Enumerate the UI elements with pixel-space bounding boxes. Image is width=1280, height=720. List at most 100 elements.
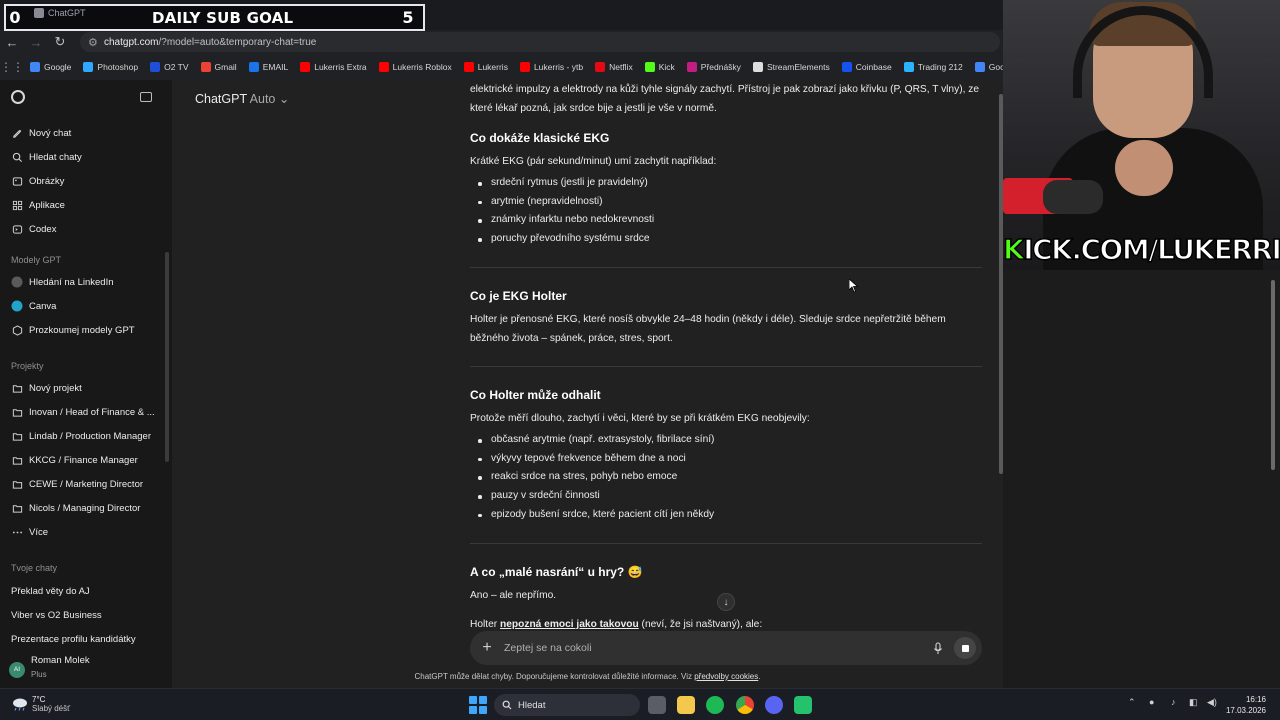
sidebar-item-project[interactable]: KKCG / Finance Manager xyxy=(0,449,170,471)
sidebar-item-new-chat[interactable]: Nový chat xyxy=(0,122,170,144)
bookmark-favicon-icon xyxy=(974,62,985,72)
chat-history-item[interactable]: Překlad věty do AJ xyxy=(11,586,90,597)
folder-icon xyxy=(11,430,23,442)
sub-goal-target: 5 xyxy=(402,8,414,27)
bookmark-item[interactable]: StreamElements xyxy=(747,62,836,72)
forward-icon[interactable]: → xyxy=(24,35,48,50)
projects-header: Projekty xyxy=(11,361,44,371)
partial-text: (neví, že jsi naštvaný), ale: xyxy=(638,619,763,630)
chrome-icon[interactable] xyxy=(736,696,754,714)
bookmark-item[interactable]: Gmail xyxy=(195,62,243,72)
stop-generating-button[interactable] xyxy=(954,637,976,659)
bookmark-item[interactable]: Trading 212 xyxy=(898,62,969,72)
cookie-preferences-link[interactable]: předvolby cookies xyxy=(694,672,758,681)
add-attachment-icon[interactable]: + xyxy=(470,639,504,657)
tray-mic-icon[interactable]: ♪ xyxy=(1171,697,1176,707)
sidebar-item-project[interactable]: Inovan / Head of Finance & ... xyxy=(0,401,170,423)
sidebar-item-images[interactable]: Obrázky xyxy=(0,170,170,192)
address-bar[interactable]: ⚙ chatgpt.com/?model=auto&temporary-chat… xyxy=(80,32,1000,52)
chat-history-item[interactable]: Viber vs O2 Business xyxy=(11,610,102,621)
bookmark-label: StreamElements xyxy=(766,62,830,72)
page-scrollbar[interactable] xyxy=(1271,280,1275,470)
bookmark-label: Lukerris Roblox xyxy=(392,62,452,72)
section-heading-game-anger: A co „malé nasrání“ u hry? 😅 xyxy=(470,565,643,579)
disclaimer: ChatGPT může dělat chyby. Doporučujeme k… xyxy=(172,672,1003,681)
bookmark-item[interactable]: Lukerris xyxy=(458,62,514,72)
bookmark-favicon-icon xyxy=(463,62,474,72)
tray-chevron-up-icon[interactable]: ⌃ xyxy=(1128,697,1136,708)
weather-rain-icon xyxy=(10,697,28,711)
spotify-icon[interactable] xyxy=(706,696,724,714)
sidebar-item-codex[interactable]: Codex xyxy=(0,218,170,240)
streamer-hand xyxy=(1115,140,1173,196)
app-icon[interactable] xyxy=(794,696,812,714)
bookmark-favicon-icon xyxy=(752,62,763,72)
sidebar-item-gpt-canva[interactable]: Canva xyxy=(0,295,170,317)
linkedin-gpt-icon xyxy=(11,276,23,288)
sidebar-item-project[interactable]: Nicols / Managing Director xyxy=(0,497,170,519)
folder-icon xyxy=(11,454,23,466)
discord-icon[interactable] xyxy=(765,696,783,714)
sidebar-scrollbar[interactable] xyxy=(165,252,169,462)
bookmark-item[interactable]: Kick xyxy=(639,62,681,72)
bookmark-item[interactable]: Lukerris Roblox xyxy=(373,62,458,72)
sidebar-item-gpt-linkedin[interactable]: Hledání na LinkedIn xyxy=(0,271,170,293)
bookmark-label: Google Gem xyxy=(988,62,1003,72)
task-view-icon[interactable] xyxy=(648,696,666,714)
user-profile[interactable]: AI Roman Molek Plus xyxy=(9,655,90,685)
bookmark-item[interactable]: O2 TV xyxy=(144,62,194,72)
sidebar-item-search[interactable]: Hledat chaty xyxy=(0,146,170,168)
divider xyxy=(470,543,982,544)
bookmark-label: Google xyxy=(44,62,72,72)
bookmark-item[interactable]: Google Gem xyxy=(969,62,1003,72)
search-icon xyxy=(11,151,23,163)
sidebar-item-apps[interactable]: Aplikace xyxy=(0,194,170,216)
sidebar-item-project[interactable]: CEWE / Marketing Director xyxy=(0,473,170,495)
url-host: chatgpt.com xyxy=(104,36,159,48)
bookmark-favicon-icon xyxy=(378,62,389,72)
bookmark-item[interactable]: Netflix xyxy=(589,62,639,72)
kick-rest: ICK.COM/LUKERRIS xyxy=(1022,232,1280,267)
sidebar-item-label: Nový projekt xyxy=(29,382,82,394)
code-icon xyxy=(11,223,23,235)
bookmark-label: Trading 212 xyxy=(917,62,963,72)
model-selector[interactable]: ChatGPT Auto ⌄ xyxy=(195,91,289,106)
reload-icon[interactable]: ↻ xyxy=(48,34,72,50)
bookmark-item[interactable]: EMAIL xyxy=(243,62,295,72)
sidebar-item-project[interactable]: Více xyxy=(0,521,170,543)
taskbar-search[interactable]: Hledat xyxy=(494,694,640,716)
sidebar-toggle-icon[interactable] xyxy=(140,92,152,102)
microphone xyxy=(1043,180,1103,214)
tab-chatgpt[interactable]: ChatGPT xyxy=(34,8,86,18)
bookmark-item[interactable]: Google xyxy=(24,62,77,72)
weather-widget[interactable]: 7°C Slabý déšť xyxy=(10,695,70,713)
prompt-input[interactable] xyxy=(504,642,928,654)
intro-paragraph: elektrické impulzy a elektrody na kůži t… xyxy=(470,84,980,114)
microphone-icon[interactable] xyxy=(928,638,948,658)
sidebar-item-label: Inovan / Head of Finance & ... xyxy=(29,406,155,418)
sidebar-item-explore-gpts[interactable]: Prozkoumej modely GPT xyxy=(0,319,170,341)
sidebar-item-project[interactable]: Nový projekt xyxy=(0,377,170,399)
chatgpt-logo-icon[interactable] xyxy=(11,90,25,104)
mouse-cursor-icon xyxy=(849,279,859,293)
bookmark-item[interactable]: Lukerris - ytb xyxy=(514,62,589,72)
chat-history-item[interactable]: Prezentace profilu kandidátky xyxy=(11,634,136,645)
tray-app-icon[interactable]: ● xyxy=(1149,697,1154,707)
system-clock[interactable]: 16:16 17.03.2026 xyxy=(1226,694,1266,716)
bookmark-item[interactable]: Přednášky xyxy=(681,62,747,72)
apps-grid-icon[interactable]: ⋮⋮ xyxy=(0,60,24,74)
chats-header: Tvoje chaty xyxy=(11,563,58,573)
bookmark-item[interactable]: Lukerris Extra xyxy=(294,62,372,72)
bookmark-item[interactable]: Coinbase xyxy=(836,62,898,72)
site-settings-icon[interactable]: ⚙ xyxy=(88,36,104,49)
scroll-to-bottom-button[interactable]: ↓ xyxy=(717,593,735,611)
sidebar-item-project[interactable]: Lindab / Production Manager xyxy=(0,425,170,447)
file-explorer-icon[interactable] xyxy=(677,696,695,714)
webcam-overlay: K ICK.COM/LUKERRIS xyxy=(1003,0,1280,270)
back-icon[interactable]: ← xyxy=(0,35,24,50)
windows-start-icon[interactable] xyxy=(469,696,487,714)
bookmark-favicon-icon xyxy=(686,62,697,72)
volume-icon[interactable]: ◀) xyxy=(1207,697,1217,708)
network-icon[interactable]: ◧ xyxy=(1189,697,1198,708)
bookmark-item[interactable]: Photoshop xyxy=(77,62,144,72)
